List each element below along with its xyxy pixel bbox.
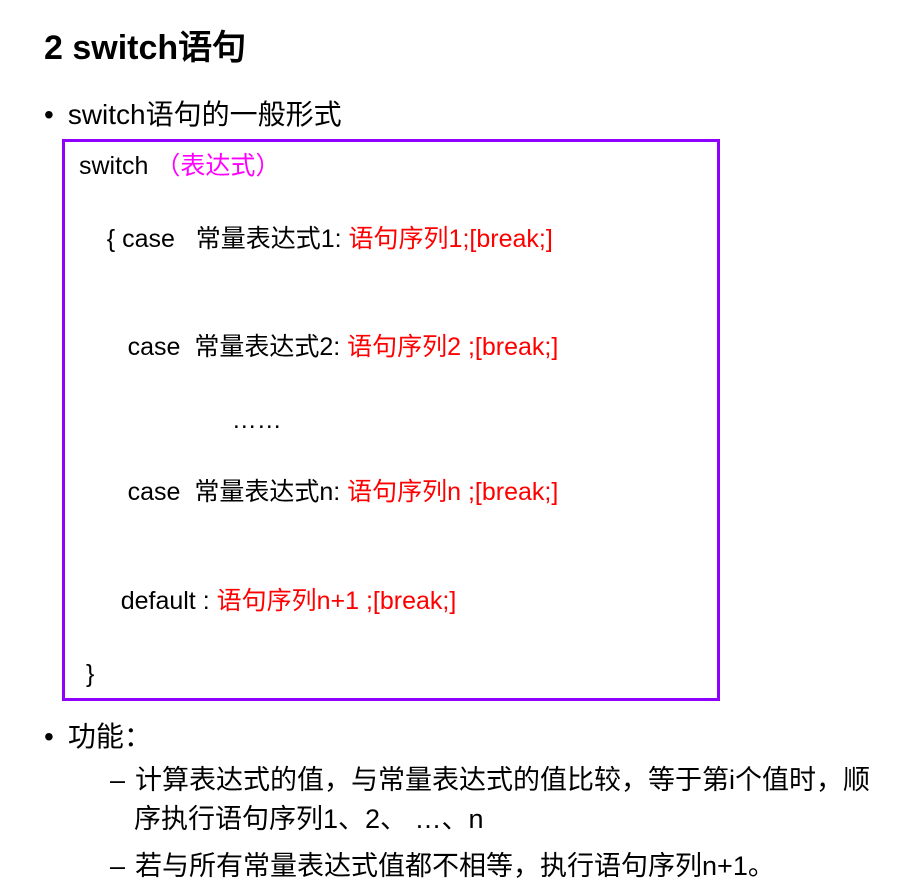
statement-text: 语句序列n ;[break;] xyxy=(347,478,558,506)
code-line: case 常量表达式n: 语句序列n ;[break;] xyxy=(79,438,707,547)
section-general-form: switch语句的一般形式 xyxy=(44,93,920,133)
statement-text: 语句序列2 ;[break;] xyxy=(347,333,558,361)
code-syntax-box: switch （表达式） { case 常量表达式1: 语句序列1;[break… xyxy=(62,139,720,701)
page-title: 2 switch语句 xyxy=(44,20,920,69)
section-function: 功能： xyxy=(44,715,920,755)
code-line: } xyxy=(79,656,707,692)
code-line: default : 语句序列n+1 ;[break;] xyxy=(79,547,707,656)
statement-text: 语句序列n+1 ;[break;] xyxy=(217,587,457,615)
code-text: case 常量表达式2: xyxy=(107,333,347,361)
expression-text: 表达式 xyxy=(180,152,255,180)
paren-close: ） xyxy=(255,152,280,180)
code-text: default : xyxy=(107,587,217,615)
code-line: …… xyxy=(79,402,707,438)
code-text: case 常量表达式n: xyxy=(107,478,347,506)
statement-text: 语句序列1;[break;] xyxy=(349,225,553,253)
code-text: switch xyxy=(79,152,155,180)
code-line: { case 常量表达式1: 语句序列1;[break;] xyxy=(79,184,707,293)
function-desc-1: 计算表达式的值，与常量表达式的值比较，等于第i个值时，顺序执行语句序列1、2、 … xyxy=(110,761,880,839)
paren-open: （ xyxy=(155,152,180,180)
code-line: case 常量表达式2: 语句序列2 ;[break;] xyxy=(79,293,707,402)
code-text: { case 常量表达式1: xyxy=(107,225,349,253)
function-desc-2: 若与所有常量表达式值都不相等，执行语句序列n+1。 xyxy=(110,847,880,886)
code-line: switch （表达式） xyxy=(79,148,707,184)
